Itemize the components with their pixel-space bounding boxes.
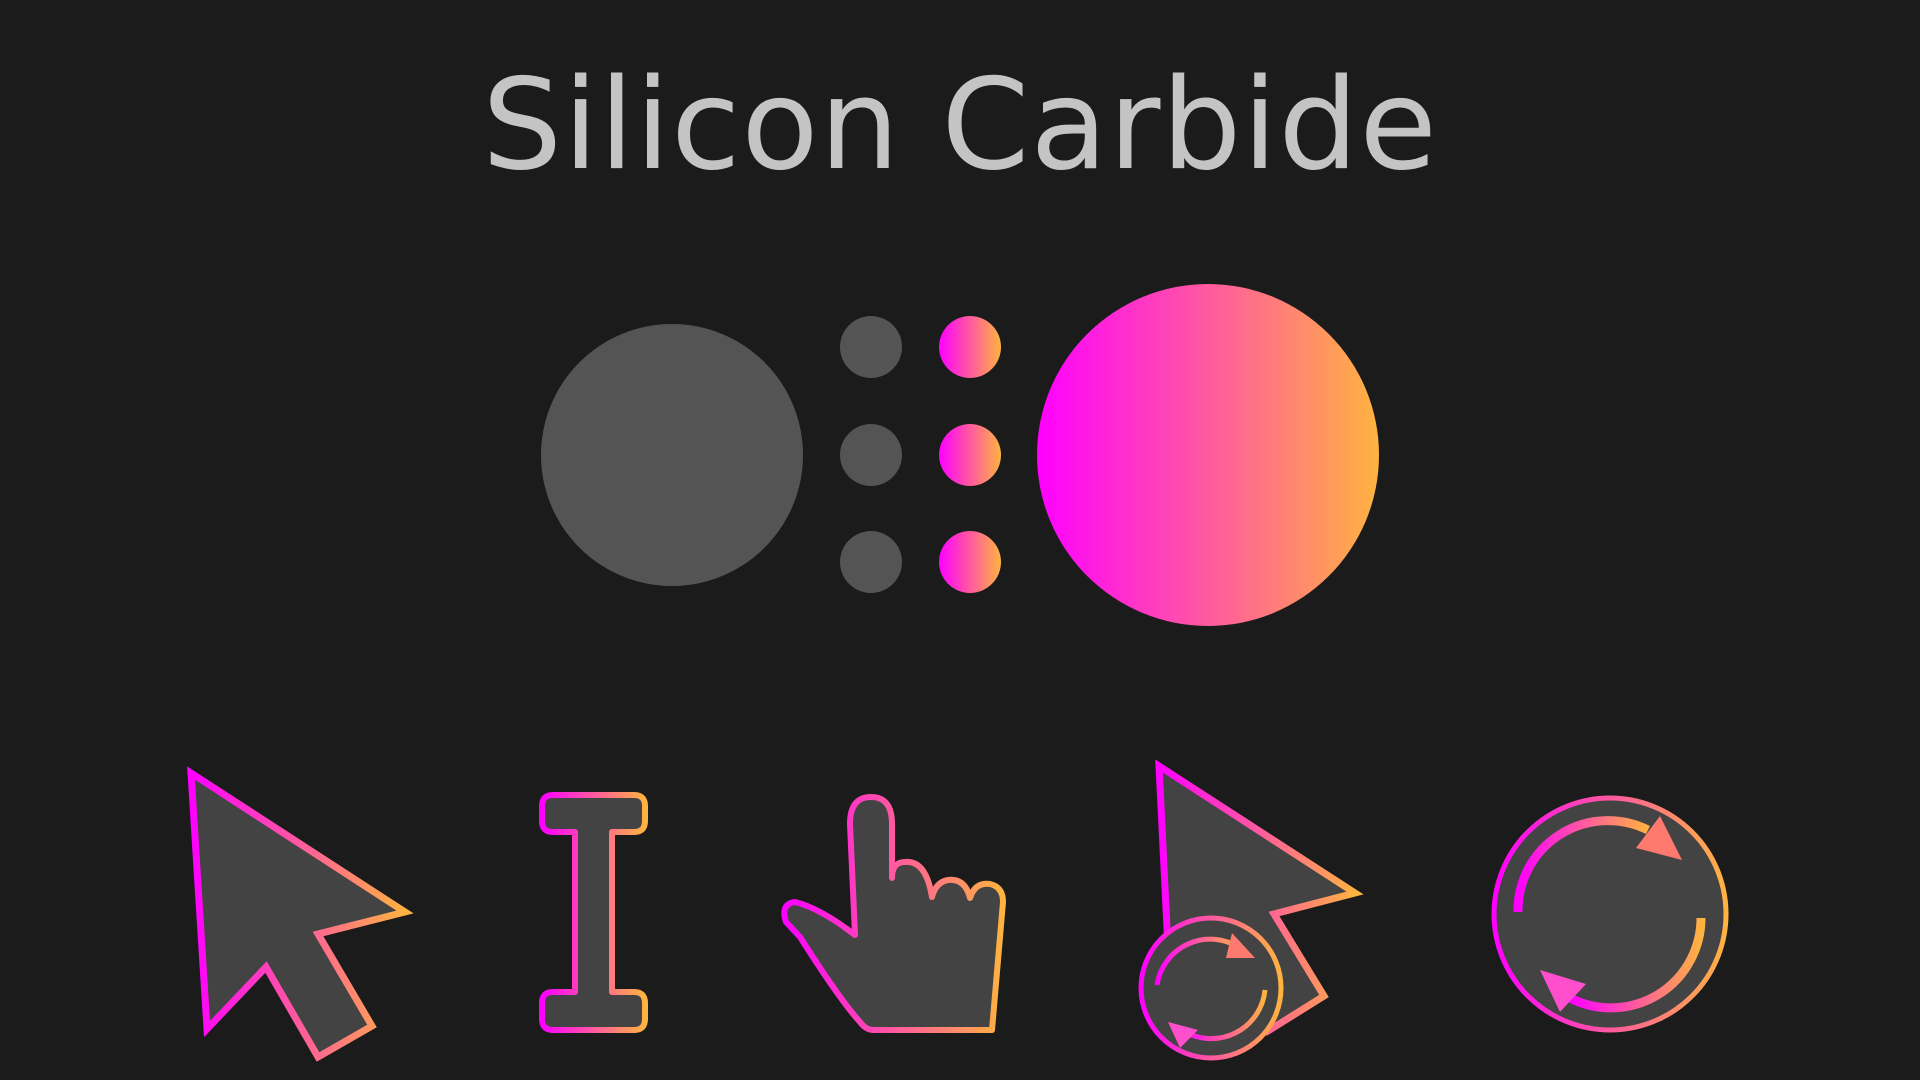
neutral-dot-3: [840, 531, 902, 593]
preview-canvas: [187, 284, 1729, 1062]
gradient-dot-2: [939, 424, 1001, 486]
gradient-dot-3: [939, 531, 1001, 593]
hand-pointer-cursor-icon: [781, 794, 1006, 1033]
neutral-dot-2: [840, 424, 902, 486]
gradient-large-swatch: [1037, 284, 1379, 626]
gradient-dot-1: [939, 316, 1001, 378]
color-palette: [541, 284, 1379, 626]
arrow-cursor-icon: [187, 766, 414, 1062]
neutral-dot-1: [840, 316, 902, 378]
wait-spinner-cursor-icon: [1491, 795, 1729, 1033]
busy-arrow-cursor-icon: [1138, 759, 1364, 1061]
neutral-large-swatch: [541, 324, 803, 586]
text-beam-cursor-icon: [539, 792, 648, 1033]
